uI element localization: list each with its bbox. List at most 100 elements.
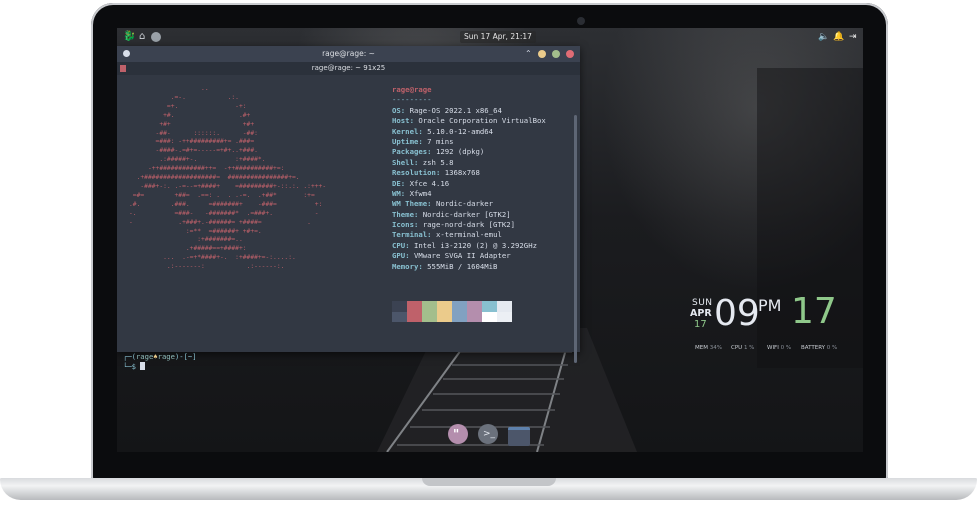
app-launcher-icon[interactable]: "	[448, 424, 468, 444]
info-row: Shell: zsh 5.8	[392, 158, 546, 168]
ascii-logo: .. .=-. .:. =+. -+: +#. .#+ +#+ +#+ -##-…	[129, 85, 327, 271]
info-value: zsh 5.8	[422, 157, 454, 167]
info-value: 555MiB / 1604MiB	[427, 261, 498, 271]
terminal-subtitle: rage@rage: ~ 91x25	[311, 64, 386, 72]
info-value: Oracle Corporation VirtualBox	[418, 116, 546, 126]
info-value: Rage-OS 2022.1 x86_64	[409, 105, 502, 115]
notification-bell-icon[interactable]: 🔔	[833, 30, 844, 44]
palette-swatch	[437, 312, 452, 322]
info-colon: :	[400, 188, 410, 198]
info-row: Kernel: 5.10.0-12-amd64	[392, 127, 546, 137]
info-colon: :	[418, 126, 428, 136]
info-separator: ---------	[392, 95, 432, 105]
palette-swatch	[437, 301, 452, 312]
stat-label: CPU	[731, 345, 743, 351]
info-value: Nordic-darker	[435, 199, 494, 209]
minimize-button[interactable]	[538, 50, 546, 58]
info-value: 1292 (dpkg)	[435, 147, 485, 157]
info-key: Resolution	[392, 168, 436, 178]
palette-swatch	[497, 301, 512, 312]
stats-widget: MEM 34% CPU 1 % WIFI 0 % BATTERY 0 %	[695, 344, 863, 354]
info-value: 7 mins	[427, 136, 454, 146]
info-row: Terminal: x-terminal-emul	[392, 230, 546, 240]
info-key: Kernel	[392, 126, 419, 136]
palette-swatch	[392, 312, 407, 322]
info-colon: :	[413, 220, 423, 230]
info-colon: :	[427, 199, 436, 209]
maximize-button[interactable]	[552, 50, 560, 58]
stat-label: MEM	[695, 345, 708, 351]
widget-day: SUN	[692, 298, 713, 308]
logout-icon[interactable]: ⇥	[849, 30, 857, 44]
laptop-notch	[422, 478, 556, 486]
info-colon: :	[405, 240, 414, 250]
info-row: Uptime: 7 mins	[392, 137, 546, 147]
stat-value: 0 %	[780, 345, 792, 351]
stat-wifi: WIFI 0 %	[767, 344, 791, 352]
info-row: Packages: 1292 (dpkg)	[392, 147, 546, 157]
info-header: rage@rage	[392, 85, 432, 94]
volume-icon[interactable]: 🔈	[818, 30, 829, 44]
palette-swatch	[407, 312, 422, 322]
prompt-dollar: └─$	[123, 362, 141, 371]
prompt-host: rage	[157, 352, 175, 361]
palette-swatch	[422, 301, 437, 312]
palette-swatch	[452, 301, 467, 312]
stat-value: 34%	[709, 345, 722, 351]
info-row: CPU: Intel i3-2120 (2) @ 3.292GHz	[392, 241, 546, 251]
widget-ampm: PM	[758, 296, 782, 315]
palette-swatch	[482, 301, 497, 312]
info-colon: :	[400, 178, 410, 188]
info-row: Host: Oracle Corporation VirtualBox	[392, 116, 546, 126]
terminal-scrollbar[interactable]	[574, 115, 577, 363]
info-row: GPU: VMware SVGA II Adapter	[392, 251, 546, 261]
stat-label: WIFI	[767, 345, 779, 351]
top-panel: 🐉 ⌂ Sun 17 Apr, 21:17 🔈 🔔 ⇥	[117, 28, 863, 46]
info-key: GPU	[392, 251, 406, 261]
info-value: x-terminal-emul	[435, 230, 502, 240]
terminal-window[interactable]: rage@rage: ~ ⌃ rage@rage: ~ 91x25 .. .=-…	[117, 46, 580, 371]
info-key: Terminal	[392, 230, 428, 240]
palette-swatch	[452, 312, 467, 322]
prompt-user: rage	[135, 352, 154, 361]
widget-date: 17	[694, 319, 707, 330]
info-row: DE: Xfce 4.16	[392, 179, 546, 189]
window-titlebar[interactable]: rage@rage: ~ ⌃	[117, 46, 580, 62]
shade-icon[interactable]: ⌃	[525, 47, 532, 61]
mascot-icon[interactable]: 🐉	[123, 31, 135, 43]
desktop: 🐉 ⌂ Sun 17 Apr, 21:17 🔈 🔔 ⇥ rage@rage: ~…	[117, 28, 863, 452]
terminal-output[interactable]: .. .=-. .:. =+. -+: +#. .#+ +#+ +#+ -##-…	[117, 75, 580, 363]
info-value: Nordic-darker [GTK2]	[422, 209, 511, 219]
info-colon: :	[418, 261, 428, 271]
stat-label: BATTERY	[801, 345, 826, 351]
info-key: Shell	[392, 157, 414, 167]
system-info: rage@rage --------- OS: Rage-OS 2022.1 x…	[392, 85, 546, 272]
window-title: rage@rage: ~	[322, 49, 375, 58]
clock-widget: SUN APR 17 09 PM 17	[690, 292, 862, 338]
palette-swatch	[497, 312, 512, 322]
home-icon[interactable]: ⌂	[139, 30, 145, 44]
stat-value: 1 %	[743, 345, 755, 351]
file-manager-icon[interactable]	[508, 427, 530, 446]
info-key: Theme	[392, 209, 414, 219]
info-key: CPU	[392, 240, 406, 250]
widget-minute: 17	[791, 291, 837, 332]
panel-clock[interactable]: Sun 17 Apr, 21:17	[460, 31, 536, 43]
shell-prompt[interactable]: ┌─(rage♠rage)-[~] └─$	[123, 352, 197, 372]
close-button[interactable]	[566, 50, 574, 58]
info-value: 5.10.0-12-amd64	[427, 126, 494, 136]
info-row: Memory: 555MiB / 1604MiB	[392, 262, 546, 272]
palette-swatch	[407, 301, 422, 312]
info-row: WM: Xfwm4	[392, 189, 546, 199]
info-key: WM Theme	[392, 199, 428, 209]
info-value: Intel i3-2120 (2) @ 3.292GHz	[413, 240, 537, 250]
workspace-indicator[interactable]	[151, 32, 161, 42]
camera	[577, 17, 585, 25]
info-colon: :	[418, 136, 428, 146]
info-value: Xfce 4.16	[409, 178, 450, 188]
info-value: 1368x768	[444, 168, 480, 178]
info-key: DE	[392, 178, 401, 188]
info-key: WM	[392, 188, 401, 198]
info-value: VMware SVGA II Adapter	[413, 251, 511, 261]
terminal-icon[interactable]: >_	[478, 424, 498, 444]
